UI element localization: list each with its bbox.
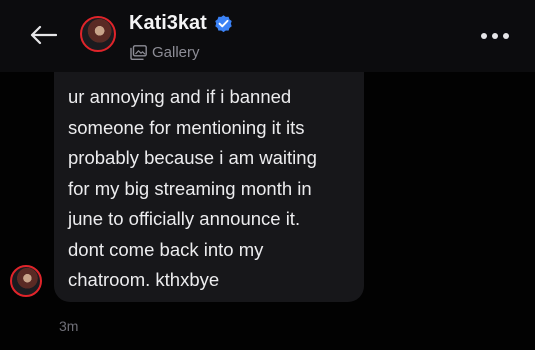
more-horizontal-icon <box>481 33 487 39</box>
message-text: ur annoying and if i banned someone for … <box>68 86 317 290</box>
contact-name: Kati3kat <box>129 12 207 34</box>
sender-avatar[interactable] <box>10 265 42 297</box>
gallery-icon <box>130 45 147 60</box>
gallery-label: Gallery <box>152 44 200 61</box>
arrow-left-icon <box>30 25 57 45</box>
back-button[interactable] <box>28 21 58 49</box>
avatar[interactable] <box>80 16 116 52</box>
verified-badge-icon <box>215 15 232 33</box>
message-timestamp: 3m <box>59 318 79 334</box>
chat-header: Kati3kat Gallery <box>0 0 535 72</box>
more-options-button[interactable] <box>481 30 509 42</box>
gallery-link[interactable]: Gallery <box>130 44 200 61</box>
message-bubble[interactable]: ur annoying and if i banned someone for … <box>54 72 364 302</box>
contact-name-row[interactable]: Kati3kat <box>129 12 234 35</box>
